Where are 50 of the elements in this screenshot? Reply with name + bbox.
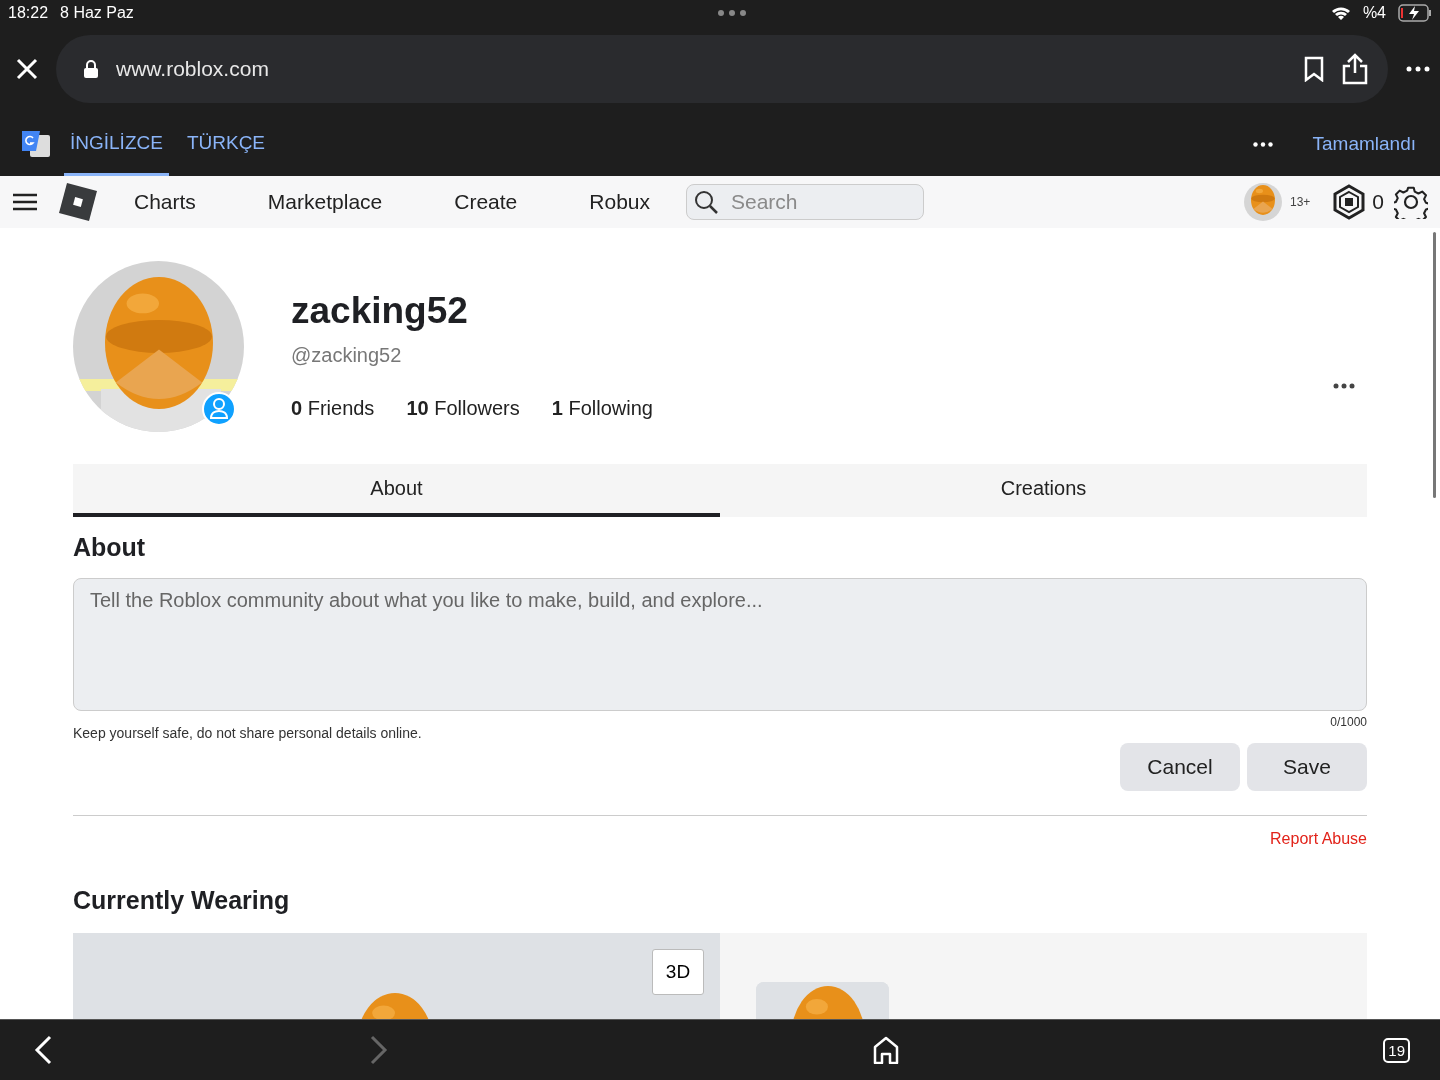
roblox-logo-icon[interactable] xyxy=(58,182,98,222)
done-link[interactable]: Tamamlandı xyxy=(1312,133,1416,155)
age-label: 13+ xyxy=(1289,195,1311,209)
action-button[interactable]: Cancel xyxy=(1120,743,1240,791)
stat-link[interactable]: 10 Followers xyxy=(406,396,520,420)
close-icon[interactable] xyxy=(16,58,38,80)
more-icon[interactable] xyxy=(1333,383,1355,389)
home-icon[interactable] xyxy=(872,1036,899,1064)
robux-icon[interactable] xyxy=(1332,184,1367,220)
address-bar[interactable]: www.roblox.com xyxy=(56,35,1388,103)
safety-note: Keep yourself safe, do not share personal details online. xyxy=(73,725,422,741)
nav-link[interactable]: Create xyxy=(418,190,554,214)
forward-icon[interactable] xyxy=(370,1035,388,1065)
section-heading: About xyxy=(73,533,147,562)
status-time: 18:22 xyxy=(8,4,49,22)
view-toggle-button[interactable]: 3D xyxy=(652,949,704,995)
search-field[interactable]: Search xyxy=(686,184,924,220)
status-date: 8 Haz Paz xyxy=(60,4,134,22)
report-link[interactable]: Report Abuse xyxy=(1270,830,1367,847)
section-heading: Currently Wearing xyxy=(73,886,291,915)
stat-link[interactable]: 0 Friends xyxy=(291,396,375,420)
profile-tab[interactable]: Creations xyxy=(720,464,1367,517)
character-counter: 0/1000 xyxy=(1330,715,1367,731)
bookmark-icon[interactable] xyxy=(1304,56,1324,82)
display-name: zacking52 xyxy=(291,289,469,332)
lock-icon xyxy=(84,60,98,78)
user-badge-icon xyxy=(202,392,236,426)
battery-charging-icon xyxy=(1398,4,1432,22)
profile-tab[interactable]: About xyxy=(73,464,720,517)
multitask-dots-icon[interactable] xyxy=(718,10,747,16)
robux-balance: 0 xyxy=(1372,190,1384,214)
menu-icon[interactable] xyxy=(12,192,38,212)
translate-icon[interactable] xyxy=(20,129,52,159)
more-icon[interactable] xyxy=(1406,66,1430,72)
back-icon[interactable] xyxy=(34,1035,52,1065)
action-button[interactable]: Save xyxy=(1247,743,1367,791)
settings-icon[interactable] xyxy=(1394,185,1428,219)
nav-link[interactable]: Robux xyxy=(553,190,686,214)
nav-link[interactable]: Charts xyxy=(98,190,232,214)
more-icon[interactable] xyxy=(1252,141,1273,147)
stat-link[interactable]: 1 Following xyxy=(551,396,653,420)
nav-link[interactable]: Marketplace xyxy=(231,190,419,214)
wifi-icon xyxy=(1330,5,1351,21)
url-text: www.roblox.com xyxy=(116,57,270,81)
share-icon[interactable] xyxy=(1342,53,1368,85)
language-tab[interactable]: TÜRKÇE xyxy=(180,112,272,176)
about-field[interactable]: Tell the Roblox community about what you like to make, build, and explore... xyxy=(73,578,1367,711)
tabs-count-button[interactable]: 19 xyxy=(1383,1037,1410,1063)
battery-percent: %4 xyxy=(1362,4,1386,22)
username: @zacking52 xyxy=(291,343,403,367)
